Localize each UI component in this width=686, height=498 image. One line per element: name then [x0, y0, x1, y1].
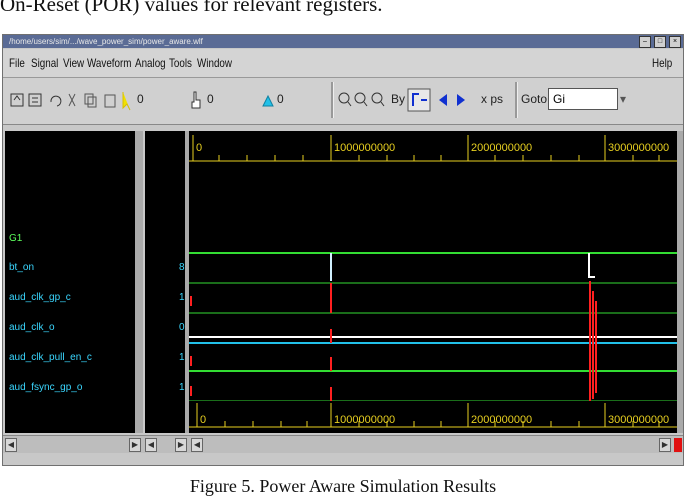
toolbar: 0 0 0 By x ps Goto: Gi ▾	[3, 78, 683, 125]
scroll-left-icon[interactable]: ◀	[191, 438, 203, 452]
horizontal-scrollbars: ◀ ▶ ◀ ▶ ◀ ▶	[3, 435, 683, 453]
zoom-full-icon[interactable]	[371, 92, 385, 107]
zoom-out-icon[interactable]	[354, 92, 368, 107]
timeline-bottom-label: 1000000000	[334, 414, 395, 426]
toolbar-file-icons	[10, 93, 116, 108]
timeline-top-label: 1000000000	[334, 142, 395, 154]
signal-value: 1	[179, 292, 185, 303]
transition-marks-2	[589, 281, 597, 401]
menu-analog[interactable]: Analog	[135, 56, 166, 70]
waveform-canvas: 0 1000000000 2000000000 3000000000 0 100…	[189, 131, 677, 433]
chevron-down-icon[interactable]: ▾	[620, 88, 632, 110]
minimize-button[interactable]: –	[639, 36, 651, 48]
waveform-pane[interactable]: 0 1000000000 2000000000 3000000000 0 100…	[189, 131, 677, 433]
save-icon[interactable]	[28, 93, 42, 107]
scroll-right-icon[interactable]: ▶	[175, 438, 187, 452]
toolbar-separator	[515, 82, 518, 118]
menu-file[interactable]: File	[9, 56, 25, 70]
goto-input[interactable]: Gi	[548, 88, 618, 110]
maximize-button[interactable]: □	[654, 36, 666, 48]
hand-pointer-icon[interactable]	[189, 90, 203, 112]
cursor-select-icon[interactable]	[121, 90, 131, 112]
waveform-vertical-scrollbar[interactable]	[677, 131, 683, 433]
signal-value: 1	[179, 352, 185, 363]
window-title: /home/users/sim/.../wave_power_sim/power…	[9, 37, 203, 46]
menu-tools[interactable]: Tools	[169, 56, 192, 70]
signal-names-pane[interactable]: G1 bt_on aud_clk_gp_c aud_clk_o aud_clk_…	[5, 131, 135, 433]
scroll-position-marker[interactable]	[674, 438, 682, 452]
signal-values-pane: 8 1 0 1 1	[145, 131, 185, 433]
names-scrollbar[interactable]	[135, 131, 143, 433]
scroll-left-icon[interactable]: ◀	[145, 438, 157, 452]
cursor-c-value: 0	[277, 92, 284, 106]
signal-name[interactable]: aud_fsync_gp_o	[9, 382, 82, 393]
simulator-window: /home/users/sim/.../wave_power_sim/power…	[2, 34, 684, 466]
open-icon[interactable]	[10, 93, 24, 107]
scroll-right-icon[interactable]: ▶	[129, 438, 141, 452]
window-controls: – □ ×	[639, 36, 681, 48]
signal-name[interactable]: aud_clk_o	[9, 322, 55, 333]
scroll-left-icon[interactable]: ◀	[5, 438, 17, 452]
previous-edge-icon[interactable]	[439, 94, 447, 106]
find-edge-icon[interactable]	[407, 88, 431, 112]
menu-window[interactable]: Window	[197, 56, 232, 70]
time-units-label: x ps	[481, 92, 504, 106]
paste-icon[interactable]	[104, 94, 116, 108]
copy-icon[interactable]	[84, 93, 97, 108]
signal-name[interactable]: aud_clk_pull_en_c	[9, 352, 92, 363]
menu-help[interactable]: Help	[652, 56, 672, 70]
timeline-bottom	[189, 401, 677, 433]
zoom-controls	[338, 92, 385, 107]
cut-icon[interactable]	[68, 93, 76, 107]
signal-value: 1	[179, 382, 185, 393]
timeline-bottom-label: 0	[200, 414, 206, 426]
signal-name[interactable]: aud_clk_gp_c	[9, 292, 71, 303]
timeline-bottom-label: 3000000000	[608, 414, 669, 426]
signal-value: 0	[179, 322, 185, 333]
triangle-marker-icon[interactable]	[261, 90, 275, 112]
signal-name[interactable]: bt_on	[9, 262, 34, 273]
cursor-a-value: 0	[137, 92, 144, 106]
timeline-bottom-label: 2000000000	[471, 414, 532, 426]
scroll-right-icon[interactable]: ▶	[659, 438, 671, 452]
by-label: By	[391, 92, 406, 106]
bt-on-transition	[588, 253, 595, 278]
figure-caption: Figure 5. Power Aware Simulation Results	[189, 476, 497, 496]
close-button[interactable]: ×	[669, 36, 681, 48]
menu-bar: File Signal View Waveform Analog Tools W…	[3, 49, 683, 78]
toolbar-separator	[331, 82, 334, 118]
next-edge-icon[interactable]	[457, 94, 465, 106]
menu-view[interactable]: View	[63, 56, 84, 70]
timeline-top-label: 3000000000	[608, 142, 669, 154]
signal-group-label[interactable]: G1	[9, 233, 22, 244]
timeline-top-label: 0	[196, 142, 202, 154]
zoom-in-icon[interactable]	[338, 92, 352, 107]
cursor-b-value: 0	[207, 92, 214, 106]
undo-icon[interactable]	[50, 95, 62, 107]
signal-value: 8	[179, 262, 185, 273]
menu-waveform[interactable]: Waveform	[87, 56, 131, 70]
document-text-above: On-Reset (POR) values for relevant regis…	[0, 0, 383, 16]
prev-next-edge-icons	[439, 94, 465, 106]
window-titlebar: /home/users/sim/.../wave_power_sim/power…	[3, 35, 683, 48]
timeline-top-label: 2000000000	[471, 142, 532, 154]
goto-label: Goto:	[521, 92, 551, 106]
timeline-top	[189, 131, 677, 163]
menu-signal[interactable]: Signal	[31, 56, 58, 70]
